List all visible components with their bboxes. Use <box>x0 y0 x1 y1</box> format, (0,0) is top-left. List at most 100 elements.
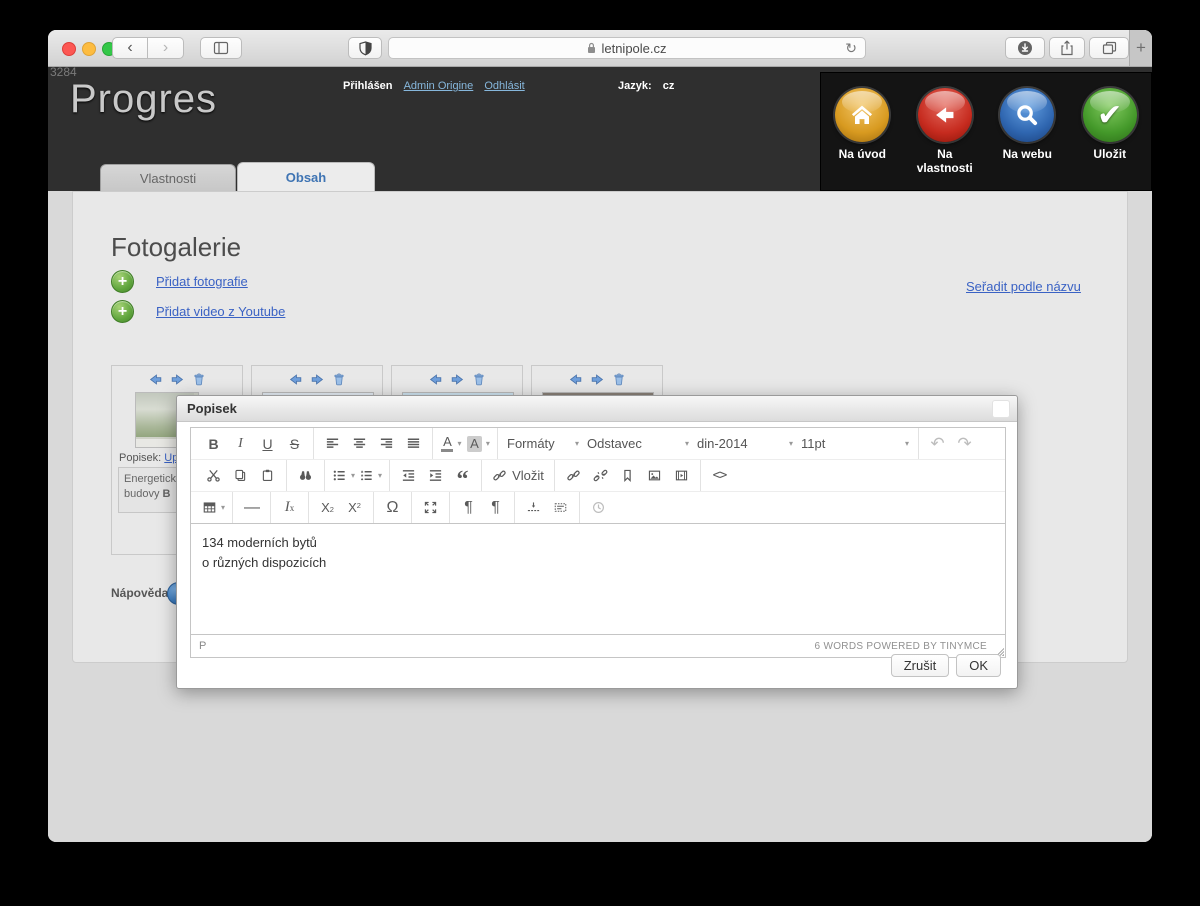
privacy-shield-button[interactable] <box>348 37 382 59</box>
link-button[interactable] <box>561 463 586 488</box>
delete-icon[interactable] <box>191 371 207 388</box>
subscript-button[interactable]: X2 <box>315 495 340 520</box>
add-video-plus-icon[interactable]: + <box>111 300 134 323</box>
horizontal-rule-button[interactable]: — <box>239 495 264 520</box>
editor-text-line: o různých dispozicích <box>202 553 994 573</box>
redo-button[interactable]: ↷ <box>952 431 977 456</box>
bold-button[interactable]: B <box>201 431 226 456</box>
source-code-button[interactable]: <> <box>707 463 732 488</box>
background-color-button[interactable]: A ▾ <box>466 431 491 456</box>
move-right-icon[interactable] <box>309 371 326 388</box>
text-color-button[interactable]: A ▾ <box>439 431 464 456</box>
url-text: letnipole.cz <box>601 41 666 56</box>
share-button[interactable] <box>1049 37 1085 59</box>
block-format-dropdown[interactable]: Odstavec▾ <box>583 431 693 456</box>
paragraph-ltr-button[interactable]: ¶ <box>456 495 481 520</box>
close-window-button[interactable] <box>62 42 76 56</box>
add-photo-link[interactable]: Přidat fotografie <box>156 274 248 289</box>
view-on-web-button[interactable]: Na webu <box>987 88 1067 190</box>
underline-button[interactable]: U <box>255 431 280 456</box>
home-button[interactable]: Na úvod <box>822 88 902 190</box>
restore-draft-button[interactable] <box>586 495 611 520</box>
ok-button[interactable]: OK <box>956 654 1001 677</box>
fullscreen-button[interactable] <box>418 495 443 520</box>
indent-button[interactable] <box>423 463 448 488</box>
sort-by-name-link[interactable]: Seřadit podle názvu <box>966 279 1081 294</box>
align-right-button[interactable] <box>374 431 399 456</box>
align-center-button[interactable] <box>347 431 372 456</box>
strikethrough-button[interactable]: S <box>282 431 307 456</box>
delete-icon[interactable] <box>331 371 347 388</box>
move-right-icon[interactable] <box>169 371 186 388</box>
caption-dialog: Popisek B I U S <box>176 395 1018 689</box>
paragraph-rtl-button[interactable]: ¶ <box>483 495 508 520</box>
undo-button[interactable]: ↶ <box>925 431 950 456</box>
move-right-icon[interactable] <box>589 371 606 388</box>
tab-overview-button[interactable] <box>1089 37 1129 59</box>
find-replace-button[interactable] <box>293 463 318 488</box>
anchor-button[interactable] <box>615 463 640 488</box>
table-button[interactable]: ▾ <box>201 495 226 520</box>
font-family-dropdown[interactable]: din-2014▾ <box>693 431 797 456</box>
move-right-icon[interactable] <box>449 371 466 388</box>
dialog-titlebar[interactable]: Popisek <box>177 396 1017 422</box>
reload-button[interactable]: ↻ <box>845 40 857 57</box>
delete-icon[interactable] <box>611 371 627 388</box>
check-icon: ✔ <box>1097 98 1122 133</box>
editor-content[interactable]: 134 moderních bytů o různých dispozicích <box>191 524 1005 634</box>
card-caption: Popisek: Up <box>119 452 178 464</box>
save-button-label: Uložit <box>1093 148 1126 162</box>
move-left-icon[interactable] <box>427 371 444 388</box>
delete-icon[interactable] <box>471 371 487 388</box>
cut-button[interactable] <box>201 463 226 488</box>
tab-vlastnosti-label: Vlastnosti <box>140 171 196 186</box>
browser-forward-button[interactable]: › <box>148 37 184 59</box>
unlink-button[interactable] <box>588 463 613 488</box>
copy-button[interactable] <box>228 463 253 488</box>
minimize-window-button[interactable] <box>82 42 96 56</box>
template-button[interactable] <box>548 495 573 520</box>
logout-link[interactable]: Odhlásit <box>484 80 524 92</box>
paste-button[interactable] <box>255 463 280 488</box>
sidebar-toggle-button[interactable] <box>200 37 242 59</box>
font-size-dropdown[interactable]: 11pt▾ <box>797 431 913 456</box>
bullet-list-button[interactable]: ▾ <box>331 463 356 488</box>
add-video-link[interactable]: Přidat video z Youtube <box>156 304 285 319</box>
insert-image-button[interactable] <box>642 463 667 488</box>
dialog-close-button[interactable] <box>992 400 1010 418</box>
add-video-row: + Přidat video z Youtube <box>111 300 285 323</box>
browser-back-button[interactable]: ‹ <box>112 37 148 59</box>
user-profile-link[interactable]: Admin Origine <box>404 80 474 92</box>
insert-link-button[interactable]: Vložit <box>488 463 548 488</box>
formats-dropdown[interactable]: Formáty▾ <box>503 431 583 456</box>
help-label: Nápověda <box>111 586 168 600</box>
move-left-icon[interactable] <box>147 371 164 388</box>
tab-obsah[interactable]: Obsah <box>237 162 375 191</box>
cancel-button[interactable]: Zrušit <box>891 654 950 677</box>
add-photo-plus-icon[interactable]: + <box>111 270 134 293</box>
sidebar-icon <box>213 41 229 55</box>
outdent-button[interactable] <box>396 463 421 488</box>
clear-formatting-button[interactable]: Ix <box>277 495 302 520</box>
page-break-button[interactable] <box>521 495 546 520</box>
insert-media-button[interactable] <box>669 463 694 488</box>
address-bar[interactable]: letnipole.cz ↻ <box>388 37 866 59</box>
align-left-button[interactable] <box>320 431 345 456</box>
italic-button[interactable]: I <box>228 431 253 456</box>
dialog-footer: Zrušit OK <box>891 654 1001 677</box>
special-character-button[interactable]: Ω <box>380 495 405 520</box>
new-tab-button[interactable]: + <box>1129 30 1152 66</box>
move-left-icon[interactable] <box>567 371 584 388</box>
move-left-icon[interactable] <box>287 371 304 388</box>
editor-statusbar: P 6 WORDS POWERED BY TINYMCE <box>191 634 1005 657</box>
language-value[interactable]: cz <box>663 80 675 92</box>
back-to-properties-button[interactable]: Na vlastnosti <box>905 88 985 190</box>
blockquote-button[interactable]: “ <box>450 468 475 493</box>
numbered-list-button[interactable]: ▾ <box>358 463 383 488</box>
save-button[interactable]: ✔ Uložit <box>1070 88 1150 190</box>
card-toolbar <box>392 366 522 388</box>
downloads-button[interactable] <box>1005 37 1045 59</box>
superscript-button[interactable]: X2 <box>342 495 367 520</box>
tab-vlastnosti[interactable]: Vlastnosti <box>100 164 236 191</box>
align-justify-button[interactable] <box>401 431 426 456</box>
